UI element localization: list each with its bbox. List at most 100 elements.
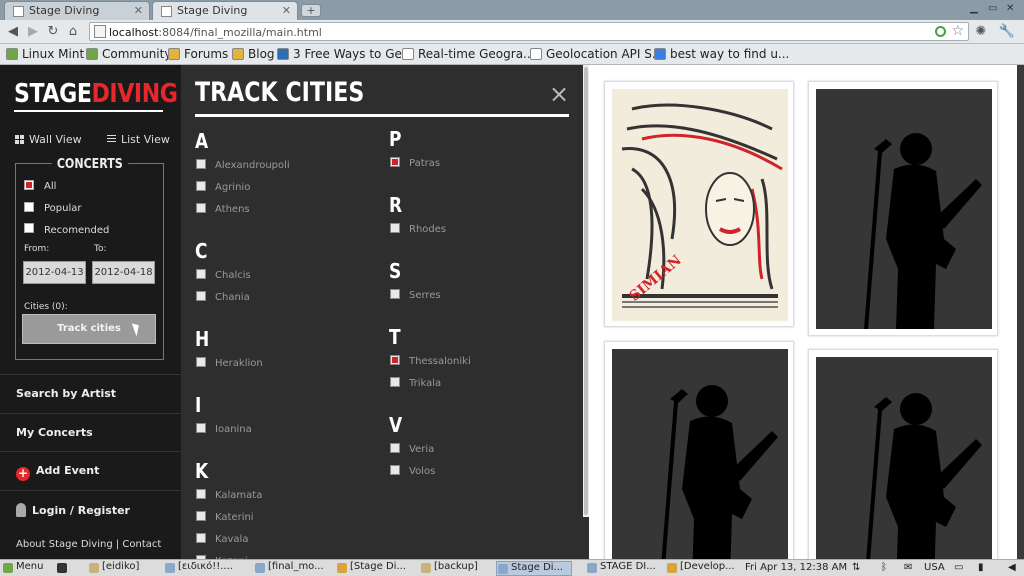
taskbar-window-button[interactable]: [Stage Di... (336, 561, 410, 576)
city-option[interactable]: Veria (390, 443, 434, 455)
concert-card[interactable] (808, 81, 998, 336)
close-tab-icon[interactable]: ✕ (134, 4, 143, 17)
city-option[interactable]: Chalcis (196, 269, 251, 281)
close-window-icon[interactable]: ✕ (1006, 3, 1014, 14)
battery-icon[interactable]: ▭ (954, 562, 963, 573)
concert-card[interactable] (604, 341, 794, 559)
page-scrollbar[interactable] (1017, 65, 1024, 559)
concert-card[interactable] (808, 349, 998, 559)
geolocation-icon[interactable] (935, 26, 946, 37)
city-checkbox[interactable] (196, 489, 206, 499)
bookmark-star-icon[interactable]: ☆ (951, 23, 964, 39)
nav-search-by-artist[interactable]: Search by Artist (0, 374, 181, 412)
city-checkbox[interactable] (196, 533, 206, 543)
bookmark-item[interactable]: best way to find u... (654, 47, 789, 61)
taskbar-window-button[interactable]: [ειδικό!!.... (164, 561, 238, 576)
browser-tab-1[interactable]: Stage Diving ✕ (4, 1, 150, 20)
city-option[interactable]: Heraklion (196, 357, 263, 369)
from-date-field[interactable]: 2012-04-13 (23, 261, 86, 284)
city-checkbox[interactable] (196, 423, 206, 433)
reload-icon[interactable]: ↻ (44, 23, 62, 41)
wrench-icon[interactable]: 🔧 (998, 23, 1016, 41)
network-icon[interactable]: ⇅ (852, 562, 860, 573)
city-checkbox[interactable] (390, 223, 400, 233)
concert-card[interactable]: SIMIAN (604, 81, 794, 327)
filter-popular-checkbox[interactable] (24, 202, 34, 212)
keyboard-layout[interactable]: USA (924, 562, 945, 573)
city-option[interactable]: Katerini (196, 511, 254, 523)
chat-icon[interactable]: ✉ (904, 562, 912, 573)
city-checkbox[interactable] (196, 269, 206, 279)
bookmark-label: Blog (248, 47, 275, 61)
filter-all-checkbox[interactable] (24, 180, 34, 190)
city-checkbox[interactable] (390, 157, 400, 167)
city-checkbox[interactable] (390, 377, 400, 387)
city-checkbox[interactable] (390, 443, 400, 453)
taskbar-window-button[interactable]: [Develop... (666, 561, 740, 576)
bookmark-item[interactable]: Blog (232, 47, 275, 61)
city-option[interactable]: Kalamata (196, 489, 262, 501)
city-checkbox[interactable] (196, 357, 206, 367)
site-logo[interactable]: STAGEDIVING (14, 79, 178, 109)
bookmark-item[interactable]: Geolocation API S... (530, 47, 663, 61)
document-icon (587, 563, 597, 573)
city-checkbox[interactable] (390, 355, 400, 365)
bookmark-item[interactable]: Forums (168, 47, 228, 61)
home-icon[interactable]: ⌂ (64, 23, 82, 41)
volume-icon[interactable]: ◀ (1008, 562, 1016, 573)
address-bar[interactable]: localhost:8084/final_mozilla/main.html ☆ (89, 22, 969, 41)
city-checkbox[interactable] (390, 289, 400, 299)
city-option[interactable]: Athens (196, 203, 250, 215)
bookmark-item[interactable]: Community (86, 47, 171, 61)
city-checkbox[interactable] (390, 465, 400, 475)
back-arrow-icon[interactable]: ◀ (4, 23, 22, 41)
new-tab-button[interactable]: + (301, 4, 321, 17)
city-option[interactable]: Patras (390, 157, 440, 169)
filter-recommended-checkbox[interactable] (24, 223, 34, 233)
city-option[interactable]: Thessaloniki (390, 355, 471, 367)
nav-login-register[interactable]: Login / Register (0, 490, 181, 528)
taskbar-window-button[interactable]: [backup] (420, 561, 494, 576)
city-option[interactable]: Kavala (196, 533, 248, 545)
scrollbar-thumb[interactable] (584, 67, 588, 515)
bluetooth-icon[interactable]: ᛒ (881, 562, 887, 573)
city-option[interactable]: Volos (390, 465, 435, 477)
city-option[interactable]: Rhodes (390, 223, 446, 235)
city-checkbox[interactable] (196, 291, 206, 301)
nav-my-concerts[interactable]: My Concerts (0, 413, 181, 451)
bookmark-item[interactable]: 3 Free Ways to Ge... (277, 47, 413, 61)
maximize-icon[interactable]: ▭ (988, 3, 997, 14)
city-option[interactable]: Chania (196, 291, 250, 303)
city-option[interactable]: Trikala (390, 377, 441, 389)
taskbar-window-button[interactable]: STAGE DI... (586, 561, 660, 576)
close-icon[interactable]: × (549, 82, 569, 106)
city-checkbox[interactable] (196, 203, 206, 213)
chrome-icon (667, 563, 677, 573)
bookmark-item[interactable]: Linux Mint (6, 47, 84, 61)
city-checkbox[interactable] (196, 181, 206, 191)
signal-icon[interactable]: ▮ (978, 562, 984, 573)
taskbar-window-button[interactable]: [final_mo... (254, 561, 328, 576)
taskbar-window-button[interactable]: Stage Di... (496, 561, 572, 576)
forward-arrow-icon[interactable]: ▶ (24, 23, 42, 41)
city-checkbox[interactable] (196, 511, 206, 521)
close-tab-icon[interactable]: ✕ (282, 4, 291, 17)
city-option[interactable]: Alexandroupoli (196, 159, 290, 171)
bookmark-item[interactable]: Real-time Geogra... (402, 47, 535, 61)
minimize-icon[interactable]: ▁ (970, 3, 978, 14)
to-date-field[interactable]: 2012-04-18 (92, 261, 155, 284)
terminal-launcher[interactable] (56, 561, 72, 576)
wall-view-toggle[interactable]: Wall View (15, 133, 82, 146)
nav-add-event[interactable]: + Add Event (0, 451, 181, 489)
start-menu-button[interactable]: Menu (2, 561, 43, 576)
city-option[interactable]: Ioanina (196, 423, 252, 435)
taskbar-window-button[interactable]: [eidiko] (88, 561, 162, 576)
city-option[interactable]: Agrinio (196, 181, 250, 193)
list-view-toggle[interactable]: List View (107, 133, 170, 146)
extension-icon[interactable]: ✺ (972, 23, 990, 41)
city-checkbox[interactable] (196, 159, 206, 169)
city-option[interactable]: Serres (390, 289, 441, 301)
clock[interactable]: Fri Apr 13, 12:38 AM (745, 562, 847, 573)
footer-links[interactable]: About Stage Diving | Contact (16, 539, 161, 550)
browser-tab-2[interactable]: Stage Diving ✕ (152, 1, 298, 20)
